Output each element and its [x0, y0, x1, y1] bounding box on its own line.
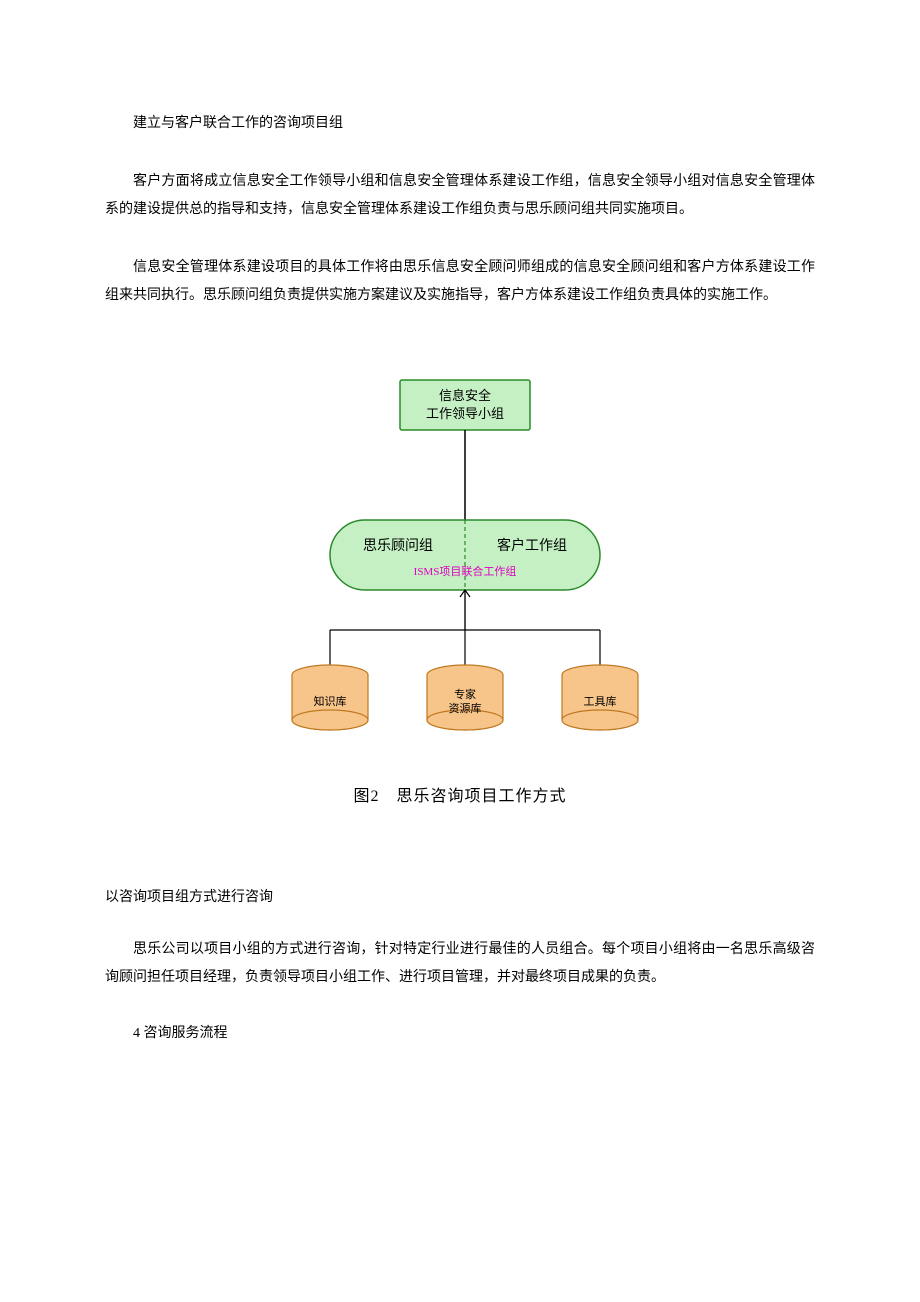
paragraph-client-side: 客户方面将成立信息安全工作领导小组和信息安全管理体系建设工作组，信息安全领导小组…	[105, 168, 815, 224]
heading-joint-team: 建立与客户联合工作的咨询项目组	[105, 110, 815, 138]
mid-left-label: 思乐顾问组	[338, 538, 458, 556]
top-box-line2: 工作领导小组	[400, 406, 530, 423]
paragraph-team-consulting: 思乐公司以项目小组的方式进行咨询，针对特定行业进行最佳的人员组合。每个项目小组将…	[105, 936, 815, 992]
top-box-line1: 信息安全	[400, 388, 530, 405]
diagram-caption: 图2 思乐咨询项目工作方式	[210, 782, 710, 806]
document-page: 建立与客户联合工作的咨询项目组 客户方面将成立信息安全工作领导小组和信息安全管理…	[0, 0, 920, 1132]
cyl2-line2: 资源库	[427, 702, 503, 716]
mid-right-label: 客户工作组	[472, 538, 592, 556]
mid-sub-label: ISMS项目联合工作组	[330, 565, 600, 579]
diagram-layer: 信息安全 工作领导小组 思乐顾问组 客户工作组 ISMS项目联合工作组 知识库 …	[210, 370, 710, 770]
diagram-block: 信息安全 工作领导小组 思乐顾问组 客户工作组 ISMS项目联合工作组 知识库 …	[210, 370, 710, 806]
heading-team-consulting: 以咨询项目组方式进行咨询	[105, 886, 815, 906]
paragraph-isms-work: 信息安全管理体系建设项目的具体工作将由思乐信息安全顾问师组成的信息安全顾问组和客…	[105, 254, 815, 310]
cyl2-line1: 专家	[427, 688, 503, 702]
heading-service-flow: 4 咨询服务流程	[105, 1022, 815, 1042]
cyl1-label: 知识库	[292, 695, 368, 709]
cyl3-label: 工具库	[562, 695, 638, 709]
